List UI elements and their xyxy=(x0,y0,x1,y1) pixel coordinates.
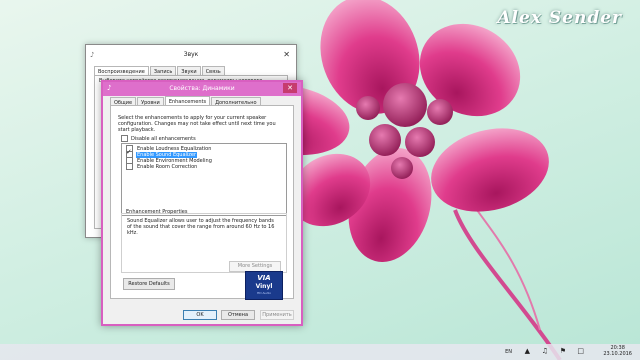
enhancements-list[interactable]: Enable Loudness Equalization Enable Soun… xyxy=(121,143,287,216)
enhancement-properties-label: Enhancement Properties xyxy=(126,209,188,215)
clock[interactable]: 20:38 23.10.2016 xyxy=(603,345,632,357)
action-center-icon[interactable]: □ xyxy=(577,347,584,355)
cancel-button[interactable]: Отмена xyxy=(221,310,255,320)
speaker-properties-dialog: ♪ Свойства: Динамики ✕ Общие Уровни Enha… xyxy=(101,80,303,326)
volume-icon[interactable]: ♫ xyxy=(542,347,548,355)
disable-all-label: Disable all enhancements xyxy=(131,136,196,142)
sound-dialog-titlebar[interactable]: ♪ Звук ✕ xyxy=(86,45,296,65)
language-indicator[interactable]: EN xyxy=(505,349,512,355)
properties-titlebar[interactable]: ♪ Свойства: Динамики ✕ xyxy=(103,82,301,96)
flag-icon[interactable]: ⚑ xyxy=(560,347,566,355)
logo-line-1: VIA xyxy=(257,274,271,282)
ok-button[interactable]: OK xyxy=(183,310,217,320)
checkbox-box[interactable] xyxy=(121,135,128,142)
restore-defaults-button[interactable]: Restore Defaults xyxy=(123,278,175,290)
network-icon[interactable]: ▲ xyxy=(525,347,530,355)
close-icon[interactable]: ✕ xyxy=(283,50,290,59)
properties-title: Свойства: Динамики xyxy=(169,85,235,92)
checkbox-box[interactable] xyxy=(126,163,133,170)
enhancement-description: Sound Equalizer allows user to adjust th… xyxy=(127,218,275,236)
via-vinyl-logo: VIA Vinyl HD Audio xyxy=(245,271,283,300)
watermark-text: Alex Sender xyxy=(497,8,622,28)
logo-line-2: Vinyl xyxy=(255,283,273,290)
enhancements-panel: Select the enhancements to apply for you… xyxy=(110,105,294,300)
apply-button[interactable]: Применить xyxy=(260,310,294,320)
clock-date: 23.10.2016 xyxy=(603,351,632,357)
sound-dialog-title: Звук xyxy=(183,51,199,58)
disable-all-checkbox[interactable]: Disable all enhancements xyxy=(121,135,196,142)
taskbar: EN ▲ ♫ ⚑ □ 20:38 23.10.2016 xyxy=(0,344,640,360)
logo-line-3: HD Audio xyxy=(256,291,272,295)
enhancement-label: Enable Room Correction xyxy=(137,164,198,170)
enhancement-properties-group: Sound Equalizer allows user to adjust th… xyxy=(121,213,287,273)
enhancements-intro-text: Select the enhancements to apply for you… xyxy=(118,115,276,133)
close-icon[interactable]: ✕ xyxy=(283,83,297,93)
